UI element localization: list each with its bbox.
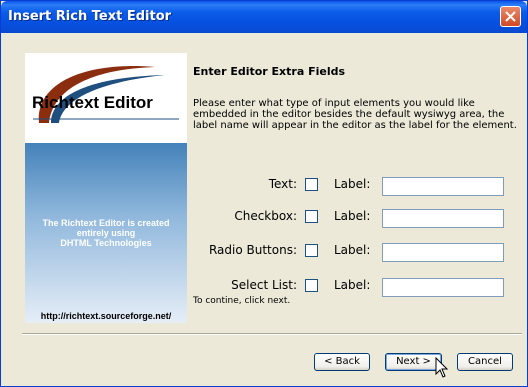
dialog-window: Insert Rich Text Editor Richtext Editor …	[0, 0, 528, 387]
logo-text: Richtext Editor	[32, 93, 153, 112]
continue-hint: To contine, click next.	[193, 296, 291, 306]
pointer-cursor-icon	[435, 357, 449, 378]
promo-text: The Richtext Editor is created entirely …	[27, 218, 185, 248]
project-url: http://richtext.sourceforge.net/	[40, 311, 172, 321]
section-description: Please enter what type of input elements…	[193, 98, 517, 131]
field-label-radio: Label:	[334, 243, 371, 257]
select-label-input[interactable]	[382, 278, 504, 297]
close-button[interactable]	[500, 6, 521, 27]
text-checkbox[interactable]	[305, 178, 318, 191]
checkbox-label-input[interactable]	[382, 209, 504, 228]
field-label-text: Label:	[334, 177, 371, 191]
field-name-checkbox: Checkbox:	[234, 209, 297, 223]
field-label-checkbox: Label:	[334, 209, 371, 223]
field-name-select: Select List:	[231, 278, 297, 292]
back-button[interactable]: < Back	[314, 353, 370, 371]
select-list-checkbox[interactable]	[305, 279, 318, 292]
title-bar[interactable]: Insert Rich Text Editor	[1, 1, 527, 33]
logo-area: Richtext Editor	[25, 53, 187, 143]
section-heading: Enter Editor Extra Fields	[193, 65, 346, 78]
promo-line: The Richtext Editor is created	[42, 218, 170, 228]
wizard-side-panel: Richtext Editor The Richtext Editor is c…	[25, 53, 187, 323]
promo-line: entirely using	[76, 228, 136, 238]
next-button[interactable]: Next >	[385, 353, 442, 371]
field-name-radio: Radio Buttons:	[208, 243, 297, 257]
field-name-text: Text:	[268, 177, 297, 191]
checkbox-checkbox[interactable]	[305, 210, 318, 223]
cancel-button[interactable]: Cancel	[457, 353, 513, 371]
window-title: Insert Rich Text Editor	[8, 9, 172, 24]
field-label-select: Label:	[334, 278, 371, 292]
radio-buttons-checkbox[interactable]	[305, 244, 318, 257]
close-icon	[505, 11, 516, 22]
divider-highlight	[22, 334, 522, 335]
text-label-input[interactable]	[382, 177, 504, 196]
radio-label-input[interactable]	[382, 243, 504, 262]
promo-line: DHTML Technologies	[60, 238, 152, 248]
